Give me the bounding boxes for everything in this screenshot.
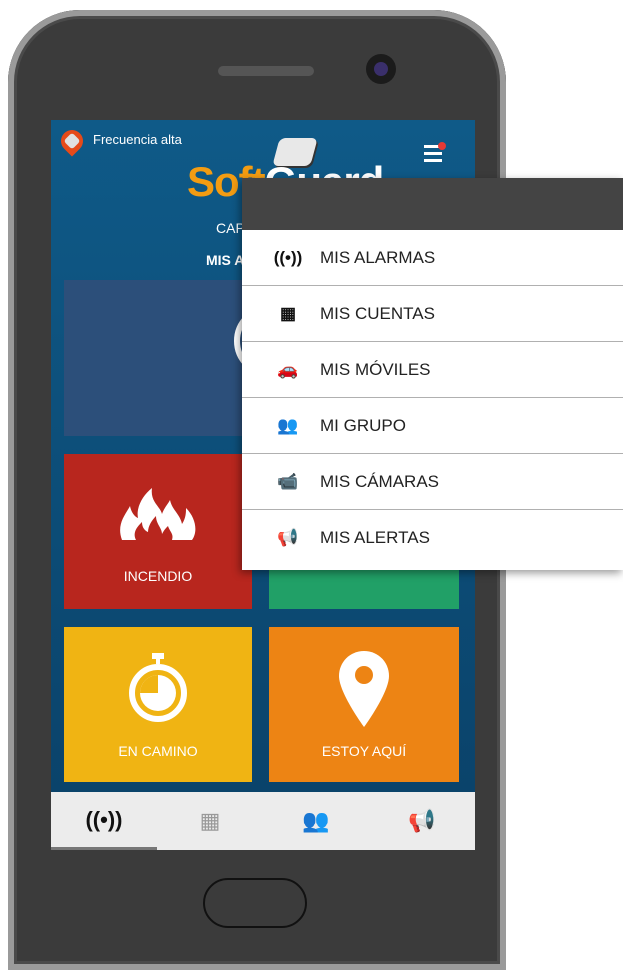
en-camino-tile[interactable]: EN CAMINO [64,627,252,782]
menu-item-mis-alarmas[interactable]: ((•)) MIS ALARMAS [242,230,623,286]
menu-item-label: MI GRUPO [320,415,406,435]
fire-label: INCENDIO [123,568,193,584]
home-button[interactable] [203,878,307,928]
camera-icon: 📹 [277,471,299,491]
group-icon: 👥 [277,415,299,435]
dropdown-header [242,178,623,230]
stopwatch-icon [129,653,187,722]
fire-icon [120,488,196,540]
menu-item-label: MIS MÓVILES [320,359,431,379]
menu-item-mis-alertas[interactable]: 📢 MIS ALERTAS [242,510,623,566]
hamburger-menu-icon[interactable] [424,142,446,163]
nav-accounts-icon[interactable]: ▦ [157,792,263,850]
phone-speaker [218,66,314,76]
location-marker-icon [339,651,389,727]
menu-item-label: MIS CÁMARAS [320,471,440,491]
nav-group-icon[interactable]: 👥 [263,792,369,850]
car-icon: 🚗 [277,359,299,379]
section-title: MIS A [206,252,245,268]
phone-camera [366,54,396,84]
dropdown-menu: ((•)) MIS ALARMAS ▦ MIS CUENTAS 🚗 MIS MÓ… [242,178,623,570]
megaphone-icon: 📢 [277,528,299,547]
nav-alarms-icon[interactable]: ((•)) [51,792,157,850]
location-pin-icon [56,125,88,157]
alarm-signal-icon: ((•)) [273,247,303,267]
menu-item-mis-cuentas[interactable]: ▦ MIS CUENTAS [242,286,623,342]
bottom-nav: ((•)) ▦ 👥 📢 [51,792,475,850]
nav-alerts-icon[interactable]: 📢 [369,792,475,850]
menu-item-label: MIS CUENTAS [320,303,435,323]
estoy-aqui-label: ESTOY AQUÍ [321,743,407,759]
notification-dot [438,142,446,150]
en-camino-label: EN CAMINO [118,743,198,759]
frequency-label: Frecuencia alta [93,132,182,147]
menu-item-mis-camaras[interactable]: 📹 MIS CÁMARAS [242,454,623,510]
menu-item-mis-moviles[interactable]: 🚗 MIS MÓVILES [242,342,623,398]
menu-item-label: MIS ALERTAS [320,528,430,547]
calculator-icon: ▦ [279,303,297,323]
menu-item-label: MIS ALARMAS [320,247,436,267]
menu-item-mi-grupo[interactable]: 👥 MI GRUPO [242,398,623,454]
fire-tile[interactable]: INCENDIO [64,454,252,609]
estoy-aqui-tile[interactable]: ESTOY AQUÍ [269,627,459,782]
